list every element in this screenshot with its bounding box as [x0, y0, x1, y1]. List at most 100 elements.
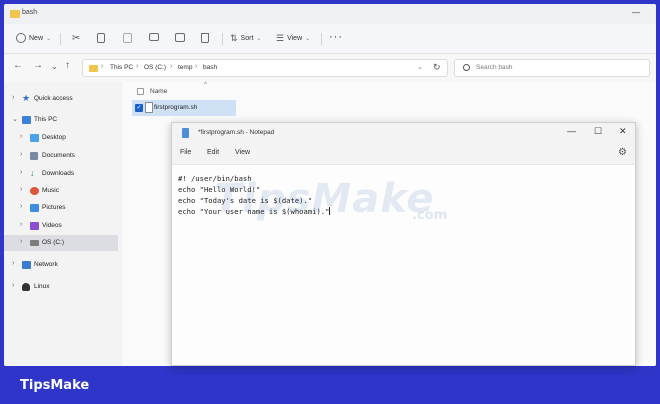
sidebar-item-linux[interactable]: › Linux — [4, 279, 118, 295]
pictures-icon — [30, 204, 39, 212]
chevron-down-icon: ⌄ — [12, 116, 18, 123]
new-button[interactable]: New ⌄ — [16, 33, 51, 43]
divider — [321, 33, 322, 45]
sidebar-item-network[interactable]: › Network — [4, 257, 118, 273]
address-dropdown-icon[interactable]: ⌄ — [417, 63, 423, 71]
menu-edit[interactable]: Edit — [207, 149, 219, 156]
notepad-icon — [182, 128, 189, 138]
notepad-window: *firstprogram.sh - Notepad — ☐ ✕ File Ed… — [171, 122, 636, 366]
chevron-right-icon: › — [20, 238, 23, 245]
star-icon: ★ — [22, 93, 31, 103]
back-arrow-icon[interactable]: ← — [13, 60, 23, 71]
minimize-button[interactable]: — — [567, 126, 576, 136]
search-box[interactable]: Search bash — [454, 59, 650, 77]
up-arrow-icon[interactable]: ↑ — [65, 60, 70, 71]
more-options-button[interactable]: ··· — [329, 31, 343, 43]
gear-icon[interactable]: ⚙ — [618, 147, 627, 158]
sidebar-item-this-pc[interactable]: ⌄ This PC — [4, 112, 118, 128]
paste-button[interactable] — [123, 33, 132, 43]
watermark-suffix: .com — [412, 208, 448, 223]
view-button[interactable]: ☰ View ⌄ — [276, 33, 310, 44]
trash-icon — [201, 33, 209, 43]
breadcrumb-separator: › — [170, 63, 173, 70]
sidebar-item-label: This PC — [34, 116, 58, 123]
brand-logo: TipsMake — [20, 378, 90, 393]
notepad-menu-bar: File Edit View ⚙ — [172, 143, 635, 165]
cut-button[interactable]: ✂ — [72, 33, 80, 44]
folder-icon — [89, 65, 98, 72]
chevron-right-icon: › — [20, 203, 23, 210]
search-icon — [463, 64, 470, 71]
folder-icon — [10, 10, 20, 18]
sort-label: Sort — [240, 35, 254, 42]
chevron-right-icon: › — [20, 151, 23, 158]
share-icon — [175, 33, 185, 42]
chevron-down-icon: ⌄ — [46, 35, 52, 42]
sidebar-item-pictures[interactable]: › Pictures — [4, 200, 118, 216]
file-name: firstprogram.sh — [154, 104, 198, 111]
forward-arrow-icon[interactable]: → — [33, 60, 43, 71]
navigation-pane: › ★ Quick access ⌄ This PC › Desktop › D… — [4, 82, 122, 366]
sidebar-item-documents[interactable]: › Documents — [4, 148, 118, 164]
chevron-right-icon: › — [12, 260, 15, 267]
view-label: View — [287, 35, 303, 42]
sidebar-item-quick-access[interactable]: › ★ Quick access — [4, 91, 118, 107]
delete-button[interactable] — [201, 33, 209, 43]
sidebar-item-label: Network — [34, 261, 58, 268]
recent-locations-chevron-icon[interactable]: ⌄ — [51, 62, 58, 71]
sidebar-item-label: Desktop — [42, 134, 66, 141]
divider — [222, 33, 223, 45]
sidebar-item-label: Linux — [34, 283, 50, 290]
sort-icon: ⇅ — [230, 33, 238, 43]
chevron-down-icon: ⌄ — [305, 36, 311, 42]
plus-circle-icon — [16, 33, 26, 43]
breadcrumb-separator: › — [136, 63, 139, 70]
rename-button[interactable] — [149, 33, 159, 41]
breadcrumb-bash[interactable]: bash — [203, 64, 217, 71]
sidebar-item-desktop[interactable]: › Desktop — [4, 130, 118, 146]
file-row[interactable]: ✓ firstprogram.sh — [132, 100, 236, 116]
notepad-title: *firstprogram.sh - Notepad — [198, 129, 275, 136]
column-header-name[interactable]: Name — [150, 88, 167, 95]
linux-icon — [22, 283, 30, 291]
sidebar-item-label: Pictures — [42, 204, 66, 211]
network-icon — [22, 261, 31, 269]
chevron-right-icon: › — [12, 282, 15, 289]
minimize-button[interactable]: — — [632, 8, 640, 17]
sidebar-item-label: Music — [42, 187, 59, 194]
select-all-checkbox[interactable] — [137, 88, 144, 95]
menu-view[interactable]: View — [235, 149, 250, 156]
share-button[interactable] — [175, 33, 185, 42]
breadcrumb-separator: › — [195, 63, 198, 70]
sidebar-item-downloads[interactable]: › ↓ Downloads — [4, 166, 118, 182]
drive-icon — [30, 240, 39, 246]
chevron-down-icon: ⌄ — [256, 36, 262, 42]
breadcrumb-os-c[interactable]: OS (C:) — [144, 64, 166, 71]
breadcrumb-this-pc[interactable]: This PC — [110, 64, 133, 71]
desktop-icon — [30, 134, 39, 142]
computer-icon — [22, 116, 31, 124]
menu-file[interactable]: File — [180, 149, 191, 156]
breadcrumb-temp[interactable]: temp — [178, 64, 192, 71]
sort-ascending-icon: ^ — [204, 82, 207, 88]
copy-button[interactable] — [97, 33, 105, 43]
sidebar-item-os-c[interactable]: › OS (C:) — [4, 235, 118, 251]
chevron-right-icon: › — [20, 169, 23, 176]
refresh-icon[interactable]: ↻ — [433, 62, 441, 73]
sidebar-item-music[interactable]: › Music — [4, 183, 118, 199]
checkbox-checked-icon[interactable]: ✓ — [135, 104, 143, 112]
music-icon — [30, 187, 39, 195]
breadcrumb-separator: › — [101, 63, 104, 70]
close-button[interactable]: ✕ — [619, 126, 627, 137]
sort-button[interactable]: ⇅ Sort ⌄ — [230, 33, 261, 44]
sidebar-item-videos[interactable]: › Videos — [4, 218, 118, 234]
documents-icon — [30, 152, 38, 160]
file-icon — [145, 102, 153, 113]
new-label: New — [29, 34, 44, 42]
maximize-button[interactable]: ☐ — [594, 126, 602, 137]
address-bar[interactable]: › This PC › OS (C:) › temp › bash ⌄ ↻ — [82, 59, 448, 77]
scissors-icon: ✂ — [72, 33, 81, 44]
command-bar: New ⌄ ✂ ⇅ Sort ⌄ ☰ View ⌄ ··· — [4, 24, 656, 54]
videos-icon — [30, 222, 39, 230]
copy-icon — [97, 33, 105, 43]
